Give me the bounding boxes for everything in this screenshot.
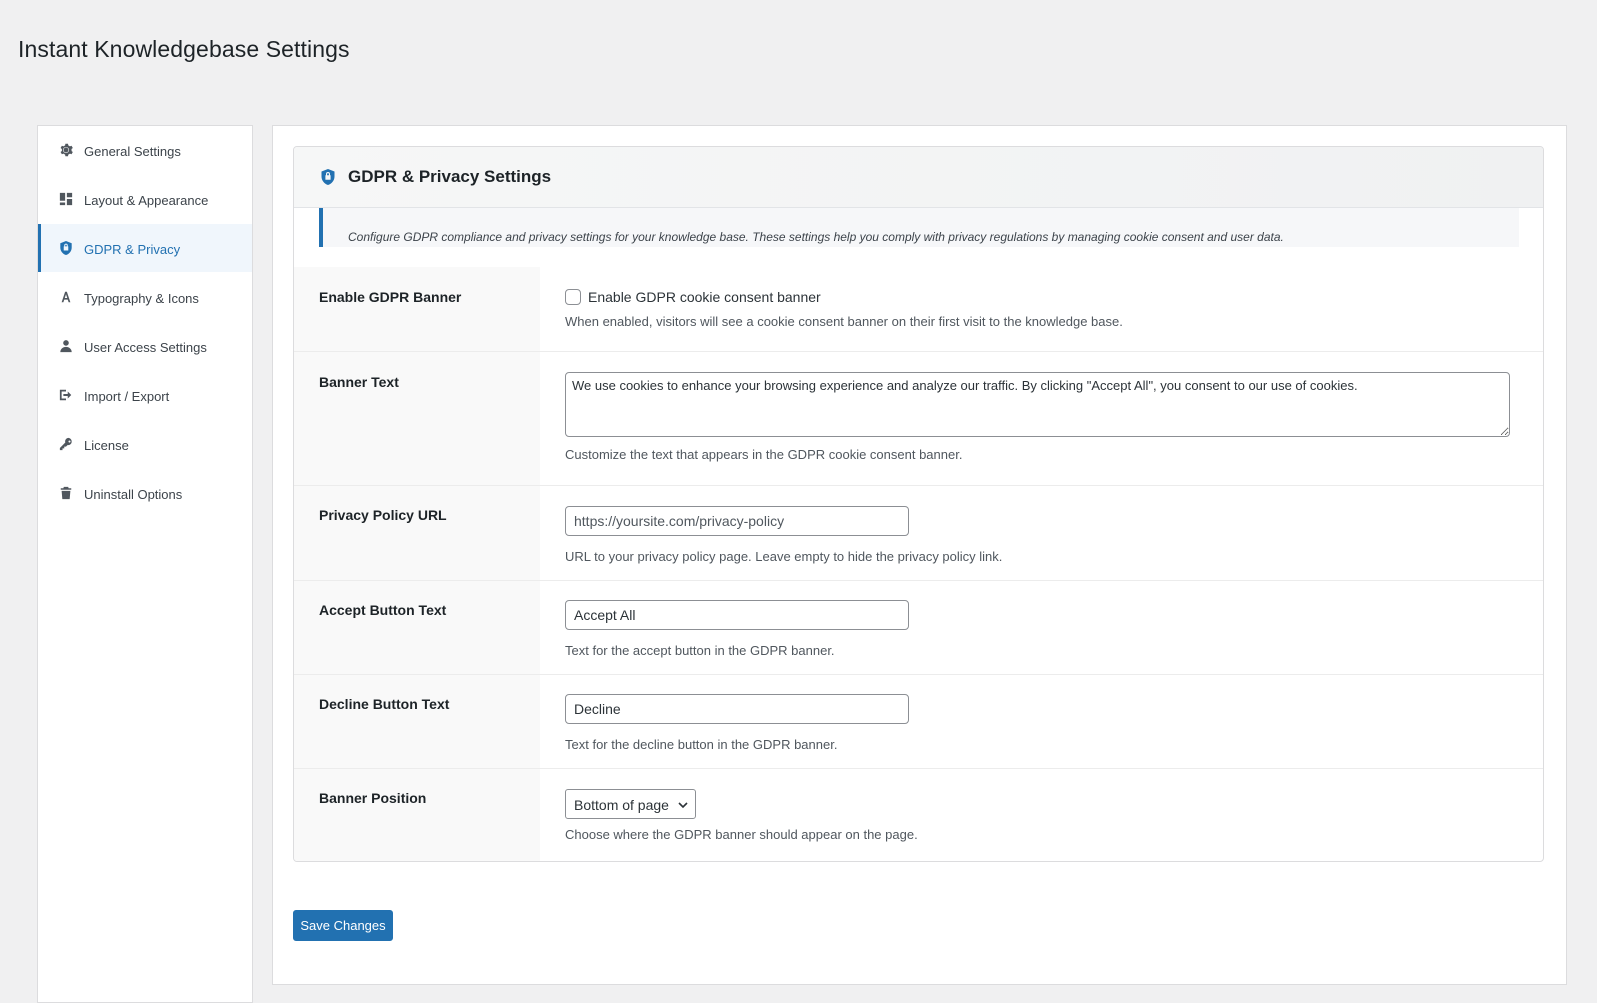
field-label: Banner Position	[319, 790, 427, 806]
field-label: Accept Button Text	[319, 602, 447, 618]
settings-row-enable-banner: Enable GDPR Banner Enable GDPR cookie co…	[294, 267, 1543, 352]
settings-row-decline-text: Decline Button Text Text for the decline…	[294, 675, 1543, 769]
settings-row-privacy-url: Privacy Policy URL URL to your privacy p…	[294, 486, 1543, 581]
key-icon	[58, 436, 74, 452]
save-changes-button[interactable]: Save Changes	[293, 910, 393, 941]
sidebar-item-label: General Settings	[84, 144, 181, 159]
row-field-cell: Enable GDPR cookie consent banner When e…	[565, 267, 1543, 351]
chevron-down-icon	[678, 802, 688, 809]
page-title: Instant Knowledgebase Settings	[18, 36, 350, 62]
banner-position-select[interactable]: Bottom of page	[565, 789, 696, 819]
settings-row-accept-text: Accept Button Text Text for the accept b…	[294, 581, 1543, 675]
gear-icon	[58, 142, 74, 158]
sidebar-item-label: GDPR & Privacy	[84, 242, 181, 257]
notice-text: Configure GDPR compliance and privacy se…	[348, 230, 1284, 244]
row-label-cell: Banner Position	[294, 769, 540, 861]
row-label-cell: Decline Button Text	[294, 675, 540, 768]
panel-header: GDPR & Privacy Settings	[294, 147, 1543, 208]
select-value: Bottom of page	[574, 797, 669, 813]
banner-text-textarea[interactable]: We use cookies to enhance your browsing …	[565, 372, 1510, 437]
row-label-cell: Privacy Policy URL	[294, 486, 540, 580]
sidebar-item-uninstall-options[interactable]: Uninstall Options	[38, 469, 252, 517]
enable-banner-checkbox-label[interactable]: Enable GDPR cookie consent banner	[588, 289, 821, 305]
sidebar-item-label: Typography & Icons	[84, 291, 199, 306]
settings-sidebar: General Settings Layout & Appearance GDP…	[37, 125, 253, 1003]
sidebar-item-license[interactable]: License	[38, 420, 252, 468]
row-label-cell: Accept Button Text	[294, 581, 540, 674]
field-description: Text for the accept button in the GDPR b…	[565, 643, 835, 658]
layout-icon	[58, 191, 74, 207]
row-field-cell: We use cookies to enhance your browsing …	[565, 352, 1543, 485]
sidebar-item-label: User Access Settings	[84, 340, 207, 355]
sidebar-item-user-access-settings[interactable]: User Access Settings	[38, 322, 252, 370]
decline-button-text-input[interactable]	[565, 694, 909, 724]
info-notice: Configure GDPR compliance and privacy se…	[319, 208, 1519, 247]
export-icon	[58, 387, 74, 403]
user-icon	[58, 338, 74, 354]
accept-button-text-input[interactable]	[565, 600, 909, 630]
sidebar-item-import-export[interactable]: Import / Export	[38, 371, 252, 419]
row-field-cell: Bottom of page Choose where the GDPR ban…	[565, 769, 1543, 861]
row-label-cell: Enable GDPR Banner	[294, 267, 540, 351]
field-description: Text for the decline button in the GDPR …	[565, 737, 838, 752]
field-description: Choose where the GDPR banner should appe…	[565, 827, 918, 842]
row-field-cell: Text for the accept button in the GDPR b…	[565, 581, 1543, 674]
enable-banner-checkbox[interactable]	[565, 289, 581, 305]
panel-title: GDPR & Privacy Settings	[348, 167, 552, 186]
privacy-url-input[interactable]	[565, 506, 909, 536]
typography-icon	[58, 289, 74, 305]
shield-icon	[58, 240, 74, 256]
sidebar-item-typography-icons[interactable]: Typography & Icons	[38, 273, 252, 321]
sidebar-item-label: Layout & Appearance	[84, 193, 209, 208]
field-label: Enable GDPR Banner	[319, 289, 462, 305]
field-label: Banner Text	[319, 374, 399, 390]
field-description: Customize the text that appears in the G…	[565, 447, 963, 462]
sidebar-item-layout-appearance[interactable]: Layout & Appearance	[38, 175, 252, 223]
settings-content: GDPR & Privacy Settings Configure GDPR c…	[272, 125, 1567, 985]
trash-icon	[58, 485, 74, 501]
row-field-cell: Text for the decline button in the GDPR …	[565, 675, 1543, 768]
field-label: Decline Button Text	[319, 696, 450, 712]
sidebar-item-label: License	[84, 438, 129, 453]
sidebar-item-label: Uninstall Options	[84, 487, 183, 502]
row-label-cell: Banner Text	[294, 352, 540, 485]
field-description: When enabled, visitors will see a cookie…	[565, 314, 1123, 329]
settings-row-banner-position: Banner Position Bottom of page Choose wh…	[294, 769, 1543, 861]
row-field-cell: URL to your privacy policy page. Leave e…	[565, 486, 1543, 580]
field-description: URL to your privacy policy page. Leave e…	[565, 549, 1003, 564]
field-label: Privacy Policy URL	[319, 507, 447, 523]
sidebar-item-gdpr-privacy[interactable]: GDPR & Privacy	[38, 224, 252, 272]
sidebar-item-label: Import / Export	[84, 389, 170, 404]
shield-icon	[320, 169, 336, 185]
sidebar-item-general-settings[interactable]: General Settings	[38, 126, 252, 174]
gdpr-settings-panel: GDPR & Privacy Settings Configure GDPR c…	[293, 146, 1544, 862]
settings-row-banner-text: Banner Text We use cookies to enhance yo…	[294, 352, 1543, 486]
